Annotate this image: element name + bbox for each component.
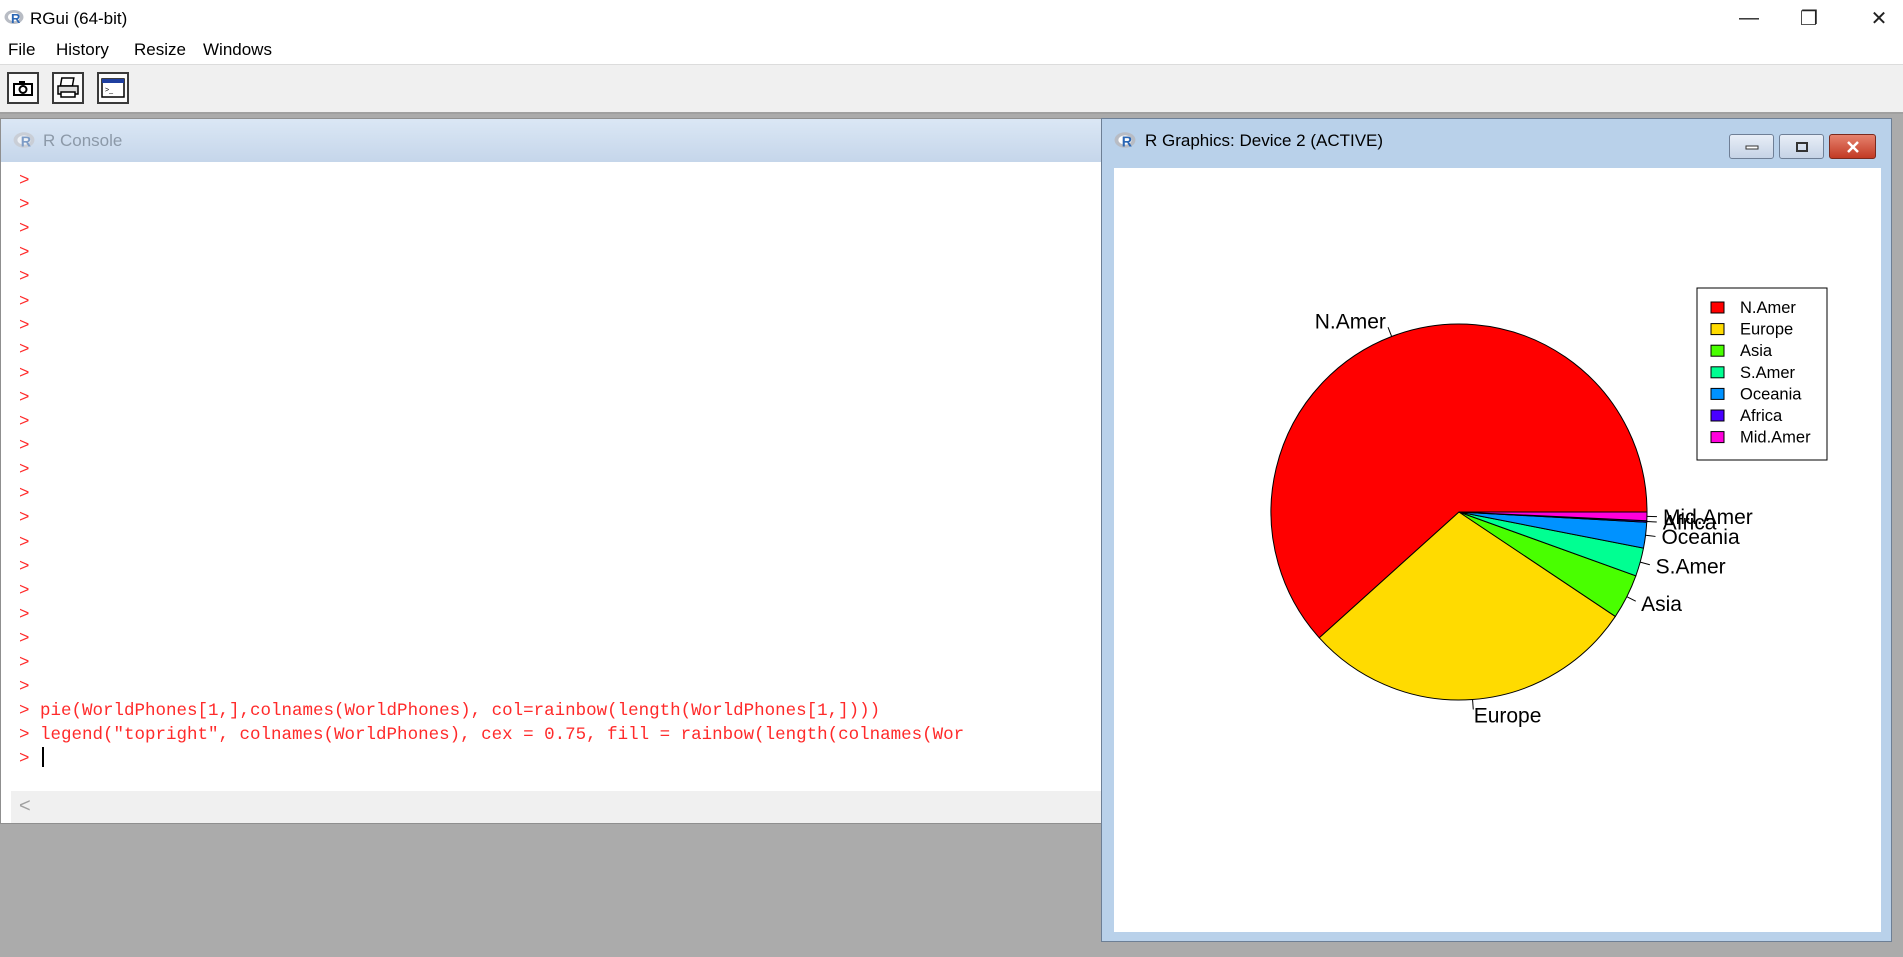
console-prompt-line: > [19, 653, 41, 673]
legend-entry: Africa [1740, 407, 1783, 425]
svg-text:>_: >_ [105, 87, 113, 94]
legend-entry: S.Amer [1740, 364, 1796, 382]
console-prompt-line: > [19, 604, 41, 625]
pie-slice-label: N.Amer [1315, 311, 1386, 334]
console-output[interactable]: > > > > > > > > > > > > > > > > > > > > … [11, 163, 1101, 791]
legend-entry: Oceania [1740, 385, 1802, 403]
pie-label-tick [1645, 534, 1656, 537]
r-logo-icon: R [1114, 132, 1136, 149]
console-prompt-line: > [19, 484, 41, 505]
r-logo-icon: R [4, 10, 24, 25]
legend-swatch [1710, 323, 1725, 336]
legend-swatch [1710, 366, 1725, 379]
console-button[interactable]: >_ [97, 72, 129, 104]
console-input-line: > [19, 747, 45, 771]
print-icon [57, 77, 79, 98]
horizontal-scrollbar[interactable]: < [11, 791, 1101, 823]
graphics-title: R Graphics: Device 2 (ACTIVE) [1145, 131, 1384, 150]
pie-slice-label: Europe [1474, 704, 1542, 727]
console-prompt-line: > [19, 412, 41, 432]
print-button[interactable] [52, 72, 84, 104]
console-prompt-line: > [19, 315, 41, 336]
pie-slice-label: Asia [1641, 593, 1682, 616]
pie-label-tick [1646, 521, 1657, 523]
graphics-maximize-button[interactable] [1779, 134, 1824, 159]
legend-entry: Mid.Amer [1740, 429, 1811, 447]
graphics-close-button[interactable] [1829, 134, 1876, 159]
console-prompt-line: > [19, 219, 41, 240]
console-prompt-line: > [19, 628, 41, 649]
r-console-titlebar[interactable]: R R Console [1, 119, 1101, 162]
minimize-icon [1745, 145, 1758, 149]
scroll-left-icon[interactable]: < [19, 795, 31, 818]
legend-swatch [1710, 301, 1725, 314]
legend-swatch [1710, 409, 1725, 422]
legend-entry: N.Amer [1740, 299, 1796, 317]
pie-slice-label: S.Amer [1656, 555, 1726, 578]
legend-swatch [1710, 344, 1725, 357]
r-console-window[interactable]: R R Console > > > > > > > > > > > > > > … [0, 118, 1102, 824]
pie-label-tick [1387, 326, 1393, 337]
console-prompt-line: > [19, 387, 41, 408]
svg-text:R: R [11, 11, 21, 25]
plot-area[interactable]: N.Amer Europe Asia S.Amer Oceania Africa Mid.A… [1114, 168, 1881, 932]
console-icon: >_ [101, 78, 125, 98]
menu-history[interactable]: History [56, 40, 109, 60]
minimize-icon: — [1739, 6, 1759, 29]
console-prompt-line: > [19, 532, 41, 553]
restore-window-button[interactable]: ❐ [1780, 0, 1838, 36]
svg-text:R: R [21, 135, 32, 149]
legend-swatch [1710, 387, 1725, 400]
graphics-minimize-button[interactable] [1729, 134, 1774, 159]
minimize-window-button[interactable]: — [1720, 0, 1778, 36]
title-bar: R RGui (64-bit) — ❐ ✕ [0, 0, 1903, 36]
menu-resize[interactable]: Resize [134, 40, 186, 60]
console-prompt-line: > [19, 243, 41, 264]
app-title: RGui (64-bit) [30, 9, 128, 28]
maximize-icon [1795, 141, 1808, 152]
toolbar: >_ [0, 65, 1903, 114]
console-prompt-line: > [19, 580, 41, 601]
pie-slice-label: Mid.Amer [1663, 506, 1753, 529]
pie-label-tick [1640, 561, 1650, 566]
console-prompt-line: > [19, 339, 41, 360]
legend-entry: Asia [1740, 342, 1773, 360]
console-command-line: > legend("topright", colnames(WorldPhone… [19, 725, 965, 746]
copy-to-clipboard-button[interactable] [7, 72, 39, 104]
r-logo-icon: R [13, 132, 35, 149]
camera-icon [13, 81, 33, 96]
console-prompt-line: > [19, 556, 41, 577]
menu-file[interactable]: File [8, 40, 35, 60]
legend-entry: Europe [1740, 321, 1793, 339]
console-prompt-line: > [19, 195, 41, 216]
r-console-title: R Console [43, 131, 123, 150]
pie-chart: N.Amer Europe Asia S.Amer Oceania Africa Mid.A… [1270, 287, 1828, 727]
legend-swatch [1710, 431, 1725, 444]
close-icon [1846, 140, 1859, 153]
r-graphics-window[interactable]: R R Graphics: Device 2 (ACTIVE) N.Amer Eu… [1101, 118, 1892, 942]
console-prompt-line: > [19, 363, 41, 384]
pie-label-tick [1626, 596, 1636, 602]
console-prompt-line: > [19, 291, 41, 312]
console-prompt-line: > [19, 171, 41, 191]
text-cursor [42, 747, 45, 768]
console-prompt-line: > [19, 267, 41, 288]
console-prompt-line: > [19, 460, 41, 481]
menu-windows[interactable]: Windows [203, 40, 272, 60]
svg-text:R: R [1122, 135, 1133, 149]
console-prompt-line: > [19, 436, 41, 457]
console-command-line: > pie(WorldPhones[1,],colnames(WorldPhon… [19, 701, 881, 722]
close-icon: ✕ [1870, 7, 1888, 30]
console-prompt-line: > [19, 677, 41, 698]
restore-icon: ❐ [1800, 7, 1818, 30]
menu-bar: File History Resize Windows [0, 36, 1903, 65]
console-prompt-line: > [19, 508, 41, 529]
graphics-titlebar[interactable]: R R Graphics: Device 2 (ACTIVE) [1102, 119, 1891, 162]
close-window-button[interactable]: ✕ [1850, 0, 1903, 36]
mdi-client-area: R R Console > > > > > > > > > > > > > > … [0, 114, 1903, 957]
